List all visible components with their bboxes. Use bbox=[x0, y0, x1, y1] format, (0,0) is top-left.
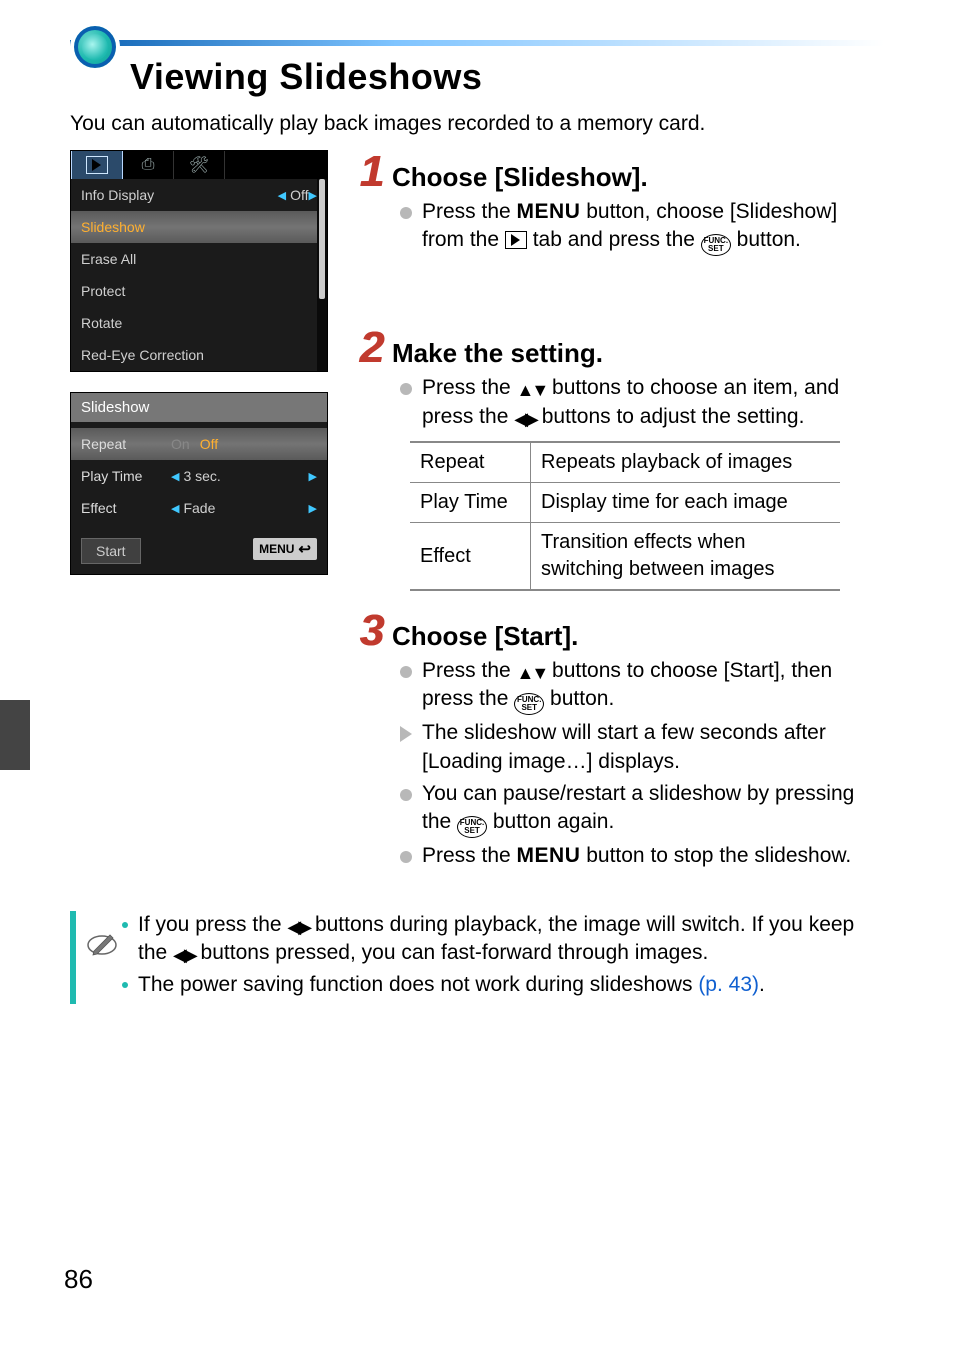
step-2-bullet: Press the ▲▼ buttons to choose an item, … bbox=[400, 374, 884, 431]
note-item-1: If you press the ◀▶ buttons during playb… bbox=[122, 911, 884, 968]
arrow-right-icon: ▶ bbox=[309, 470, 317, 483]
header-rule bbox=[70, 40, 884, 46]
func-set-button-icon: FUNC.SET bbox=[457, 816, 487, 838]
setup-tab-icon: 🛠 bbox=[174, 151, 225, 179]
playback-tab-icon bbox=[71, 151, 123, 179]
start-button-graphic: Start bbox=[81, 538, 141, 564]
func-set-button-icon: FUNC.SET bbox=[514, 693, 544, 715]
page-reference-link[interactable]: (p. 43) bbox=[698, 973, 759, 996]
arrow-right-icon: ▶ bbox=[309, 502, 317, 515]
arrow-left-icon: ◀ bbox=[171, 470, 179, 483]
func-set-button-icon: FUNC.SET bbox=[701, 234, 731, 256]
step-number: 1 bbox=[350, 150, 384, 194]
slideshow-menu-title: Slideshow bbox=[71, 393, 327, 422]
step-3-bullet-1: Press the ▲▼ buttons to choose [Start], … bbox=[400, 657, 884, 715]
menu-row-erase-all: Erase All bbox=[71, 243, 327, 275]
slideshow-row-playtime: Play Time ◀3 sec.▶ bbox=[71, 460, 327, 492]
note-item-2: The power saving function does not work … bbox=[122, 971, 884, 999]
step-3-bullet-2: You can pause/restart a slideshow by pre… bbox=[400, 780, 884, 838]
up-down-buttons-icon: ▲▼ bbox=[517, 661, 547, 685]
step-1: 1 Choose [Slideshow]. Press the MENU but… bbox=[350, 150, 884, 256]
section-tab bbox=[0, 700, 30, 770]
pencil-note-icon bbox=[86, 929, 122, 966]
step-number: 2 bbox=[350, 326, 384, 370]
print-tab-icon: ⎙ bbox=[123, 151, 174, 179]
intro-text: You can automatically play back images r… bbox=[70, 112, 884, 136]
step-1-bullet: Press the MENU button, choose [Slideshow… bbox=[400, 198, 884, 256]
note-box: If you press the ◀▶ buttons during playb… bbox=[70, 911, 884, 1004]
camera-menu-screenshot-1: ⎙ 🛠 Info Display ◀ Off ▶ Slideshow Erase… bbox=[70, 150, 328, 372]
menu-row-info-display: Info Display ◀ Off ▶ bbox=[71, 179, 327, 211]
table-row: RepeatRepeats playback of images bbox=[410, 442, 840, 483]
menu-button-icon: MENU bbox=[517, 198, 581, 226]
scrollbar bbox=[317, 179, 327, 371]
arrow-left-icon: ◀ bbox=[278, 189, 286, 202]
header-dot-icon bbox=[70, 22, 120, 72]
step-title: Choose [Slideshow]. bbox=[392, 162, 648, 193]
step-number: 3 bbox=[350, 609, 384, 653]
page-title: Viewing Slideshows bbox=[130, 56, 884, 98]
arrow-right-icon: ▶ bbox=[309, 189, 317, 202]
left-right-buttons-icon: ◀▶ bbox=[173, 943, 195, 967]
slideshow-row-repeat: Repeat OnOff bbox=[71, 428, 327, 460]
step-3: 3 Choose [Start]. Press the ▲▼ buttons t… bbox=[350, 609, 884, 871]
menu-row-red-eye: Red-Eye Correction bbox=[71, 339, 327, 371]
left-right-buttons-icon: ◀▶ bbox=[287, 915, 309, 939]
page-number: 86 bbox=[64, 1264, 93, 1295]
step-3-bullet-3: Press the MENU button to stop the slides… bbox=[400, 842, 884, 870]
table-row: EffectTransition effects when switching … bbox=[410, 523, 840, 591]
arrow-left-icon: ◀ bbox=[171, 502, 179, 515]
step-2: 2 Make the setting. Press the ▲▼ buttons… bbox=[350, 326, 884, 591]
slideshow-row-effect: Effect ◀Fade▶ bbox=[71, 492, 327, 524]
menu-back-indicator: MENU↩ bbox=[253, 538, 317, 560]
menu-row-rotate: Rotate bbox=[71, 307, 327, 339]
left-right-buttons-icon: ◀▶ bbox=[514, 407, 536, 431]
menu-button-icon: MENU bbox=[517, 842, 581, 870]
menu-row-slideshow: Slideshow bbox=[71, 211, 327, 243]
table-row: Play TimeDisplay time for each image bbox=[410, 483, 840, 523]
step-title: Choose [Start]. bbox=[392, 621, 578, 652]
settings-table: RepeatRepeats playback of images Play Ti… bbox=[410, 441, 840, 591]
menu-row-protect: Protect bbox=[71, 275, 327, 307]
playback-tab-icon bbox=[505, 231, 527, 249]
step-3-result: The slideshow will start a few seconds a… bbox=[400, 719, 884, 776]
camera-menu-screenshot-2: Slideshow Repeat OnOff Play Time ◀3 sec.… bbox=[70, 392, 328, 575]
step-title: Make the setting. bbox=[392, 338, 603, 369]
up-down-buttons-icon: ▲▼ bbox=[517, 378, 547, 402]
